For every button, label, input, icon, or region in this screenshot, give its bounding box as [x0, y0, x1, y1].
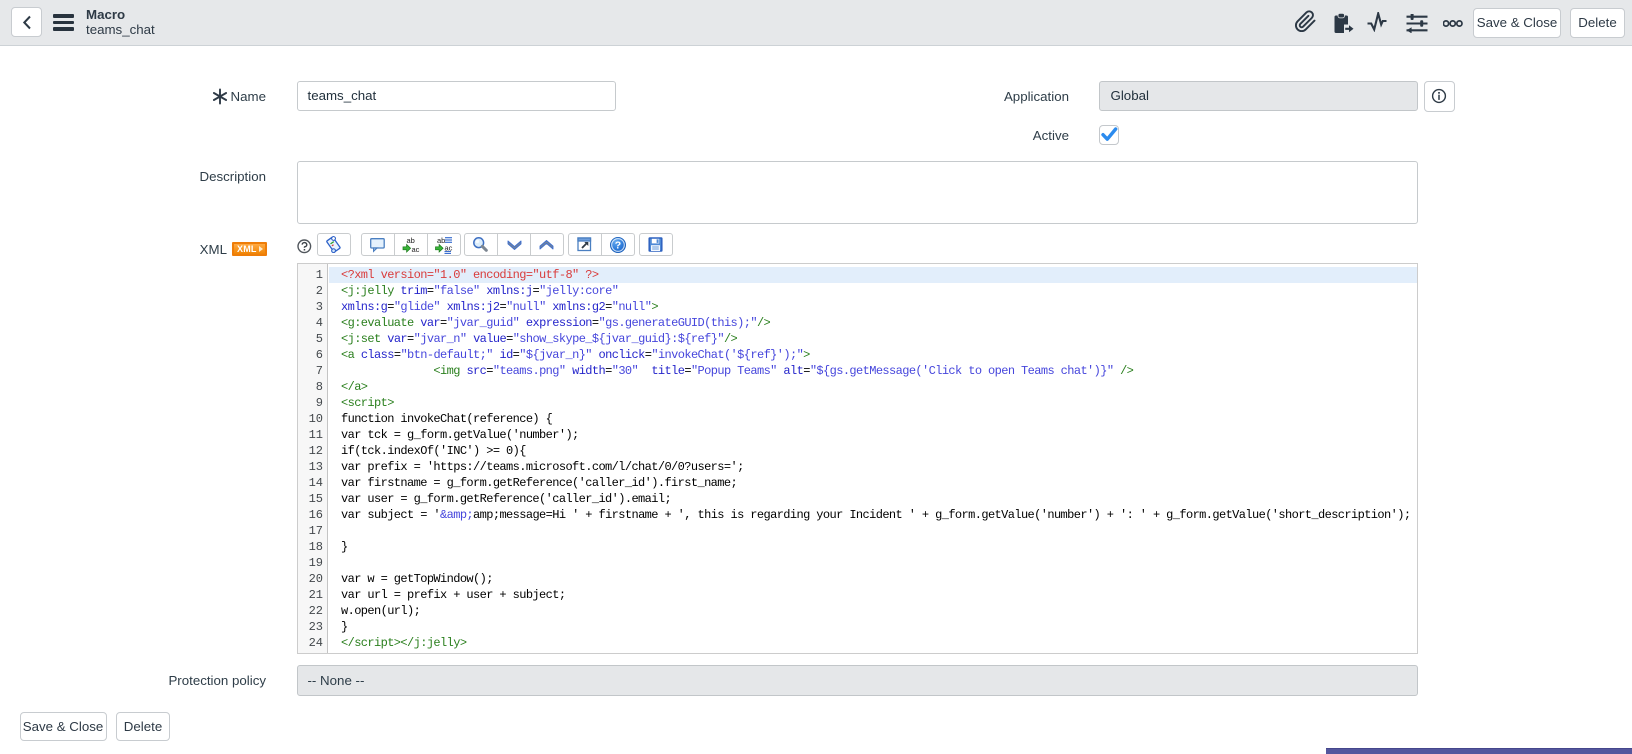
svg-text:ab: ab — [407, 236, 415, 245]
svg-text:ac: ac — [412, 245, 420, 254]
svg-text:ac: ac — [444, 243, 452, 252]
svg-text:?: ? — [615, 239, 621, 251]
